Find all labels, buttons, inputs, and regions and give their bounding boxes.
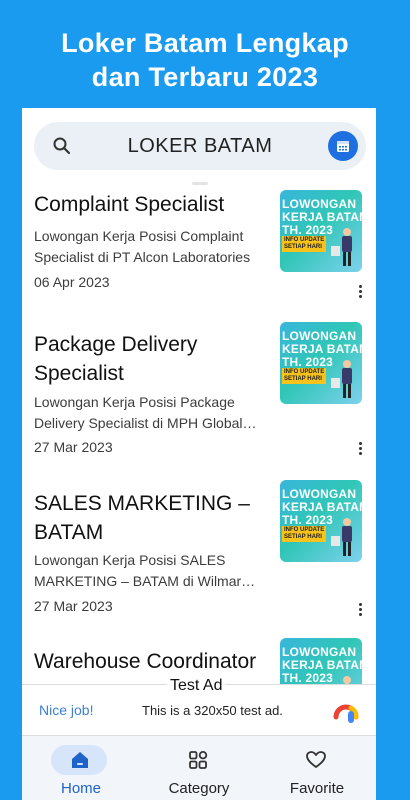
item-title[interactable]: Package Delivery Specialist	[34, 330, 278, 388]
promo-title-line1: Loker Batam Lengkap	[61, 28, 349, 58]
ad-banner[interactable]: Test Ad Nice job! This is a 320x50 test …	[22, 677, 376, 736]
item-description: Lowongan Kerja Posisi Complaint Speciali…	[34, 228, 251, 265]
nav-category-label: Category	[168, 780, 230, 797]
nav-favorite-label: Favorite	[289, 780, 345, 797]
item-title[interactable]: Warehouse Coordinator	[34, 647, 278, 676]
nav-category[interactable]: Category	[140, 736, 258, 800]
item-date: 27 Mar 2023	[34, 598, 113, 614]
item-description: Lowongan Kerja Posisi Package Delivery S…	[34, 394, 243, 431]
worker-illustration-icon	[331, 518, 352, 556]
item-thumbnail[interactable]: LOWONGAN KERJA BATAM TH. 2023 INFO UPDAT…	[280, 480, 362, 562]
admob-icon[interactable]	[330, 695, 362, 727]
list-item[interactable]: Complaint Specialist Lowongan Kerja Posi…	[22, 190, 376, 308]
phone-screen: LOKER BATAM Complaint Specialist Lowonga…	[22, 108, 376, 800]
category-icon	[189, 750, 208, 769]
ad-label: Test Ad	[167, 677, 226, 695]
thumbnail-tag: INFO UPDATE SETIAP HARI	[282, 368, 327, 384]
more-options-icon[interactable]	[356, 284, 364, 300]
nav-favorite[interactable]: Favorite	[258, 736, 376, 800]
home-icon	[72, 752, 88, 768]
item-thumbnail[interactable]: LOWONGAN KERJA BATAM TH. 2023 INFO UPDAT…	[280, 322, 362, 404]
item-thumbnail[interactable]: LOWONGAN KERJA BATAM TH. 2023 INFO UPDAT…	[280, 190, 362, 272]
worker-illustration-icon	[331, 360, 352, 398]
ad-text: This is a 320x50 test ad.	[142, 703, 283, 718]
more-options-icon[interactable]	[356, 602, 364, 618]
thumbnail-tag: INFO UPDATE SETIAP HARI	[282, 236, 327, 252]
thumbnail-tag: INFO UPDATE SETIAP HARI	[282, 526, 327, 542]
bottom-navigation: Home Category Favorite	[22, 736, 376, 800]
list-item[interactable]: Package Delivery Specialist Lowongan Ker…	[22, 322, 376, 464]
item-title[interactable]: SALES MARKETING – BATAM	[34, 489, 278, 547]
calendar-button[interactable]	[328, 131, 358, 161]
item-date: 06 Apr 2023	[34, 274, 110, 290]
list-item[interactable]: SALES MARKETING – BATAM Lowongan Kerja P…	[22, 480, 376, 622]
item-title[interactable]: Complaint Specialist	[34, 190, 278, 219]
ad-nice-text: Nice job!	[39, 702, 94, 718]
item-date: 27 Mar 2023	[34, 439, 113, 455]
heart-icon	[306, 751, 326, 768]
worker-illustration-icon	[331, 228, 352, 266]
calendar-icon	[337, 141, 349, 152]
promo-title: Loker Batam Lengkap dan Terbaru 2023	[0, 26, 410, 94]
scroll-indicator	[192, 182, 208, 185]
more-options-icon[interactable]	[356, 441, 364, 457]
nav-home-label: Home	[60, 780, 101, 797]
search-text[interactable]: LOKER BATAM	[34, 135, 366, 158]
search-bar[interactable]: LOKER BATAM	[34, 122, 366, 170]
item-description: Lowongan Kerja Posisi SALES MARKETING – …	[34, 552, 242, 589]
promo-title-line2: dan Terbaru 2023	[91, 62, 319, 92]
nav-home[interactable]: Home	[22, 736, 140, 800]
